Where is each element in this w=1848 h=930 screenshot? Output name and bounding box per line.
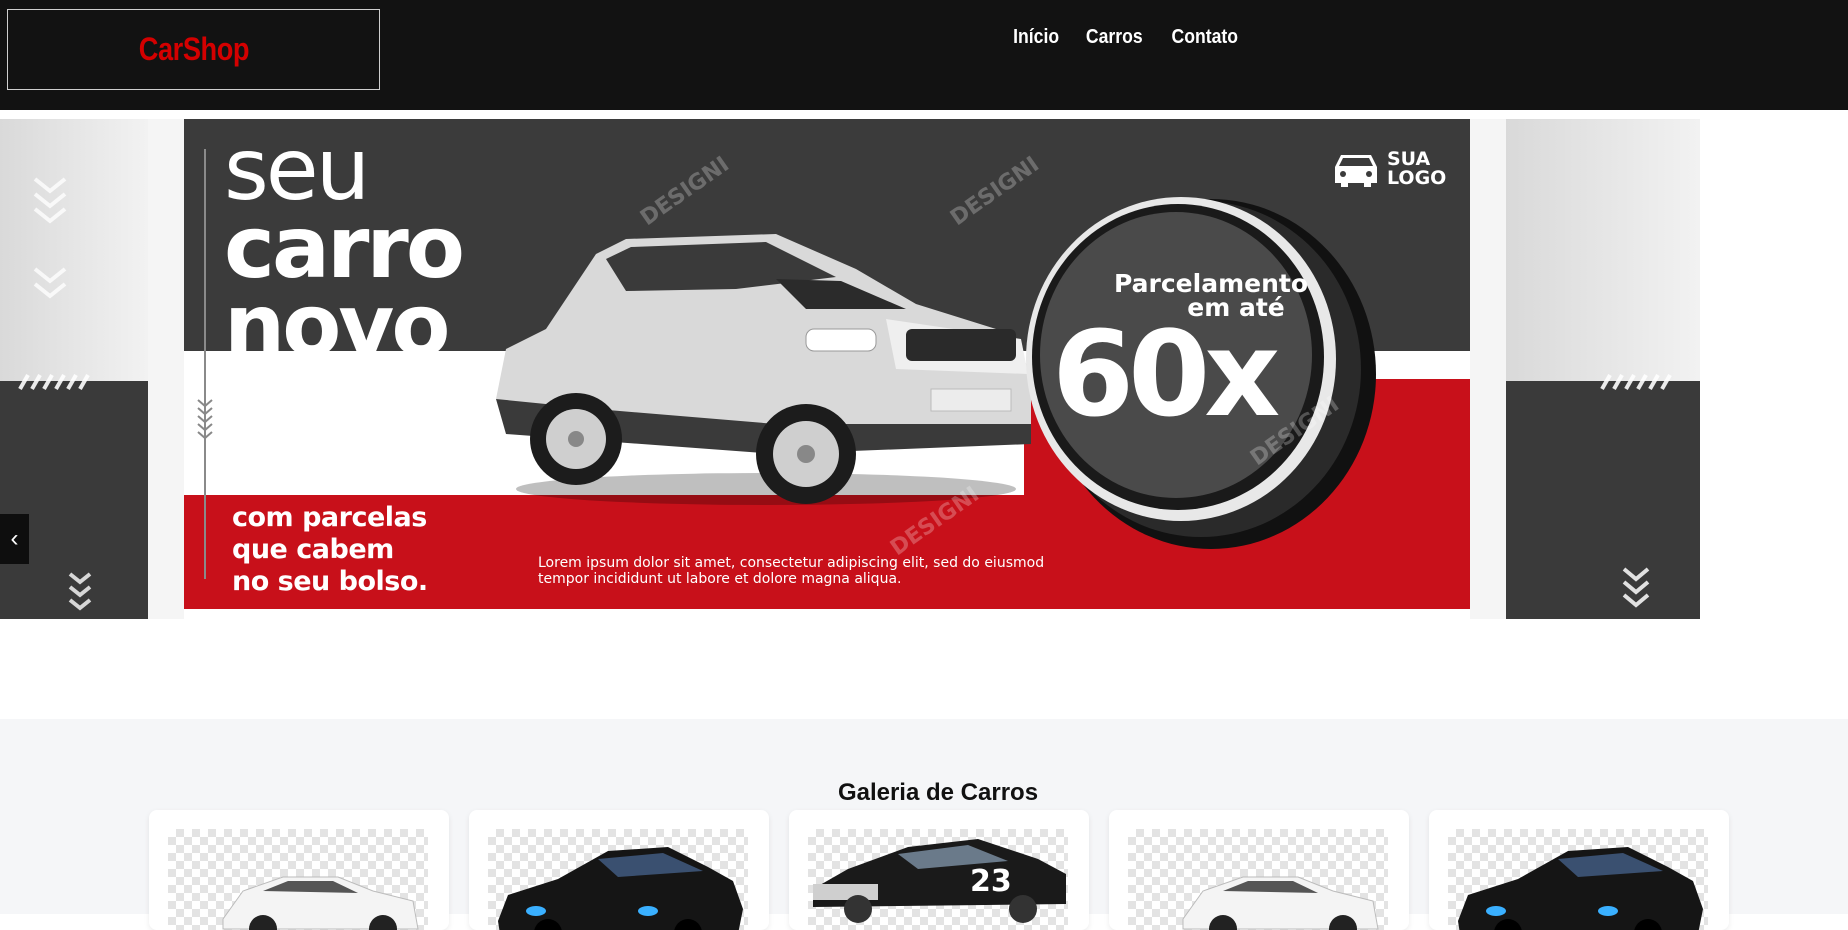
brand-logo-placeholder: SUA LOGO <box>1331 149 1446 189</box>
hero-subline: com parcelas que cabem no seu bolso. <box>232 502 428 597</box>
nav-link-inicio[interactable]: Início <box>1013 26 1059 49</box>
carousel-prev-button[interactable]: ‹ <box>0 514 29 564</box>
car-image <box>488 829 748 930</box>
nav-link-carros[interactable]: Carros <box>1086 26 1143 49</box>
site-header: CarShop Início Carros Contato <box>0 0 1848 110</box>
car-image <box>1128 829 1388 930</box>
main-nav: Início Carros Contato <box>1010 26 1242 49</box>
badge-value: 60x <box>1052 305 1280 443</box>
car-race-number: 23 <box>970 864 1012 899</box>
site-logo[interactable]: CarShop <box>138 31 249 68</box>
car-icon <box>1335 155 1377 187</box>
car-card[interactable]: 23 <box>789 810 1089 930</box>
hero-banner[interactable]: seu carro novo Parcelamento em até 60x S… <box>184 119 1470 609</box>
car-image <box>168 829 428 930</box>
car-card[interactable] <box>1429 810 1729 930</box>
logo-box[interactable]: CarShop <box>7 9 380 90</box>
chevron-pattern-icon <box>1600 374 1672 608</box>
installment-badge: Parcelamento em até 60x <box>1006 169 1376 589</box>
car-card[interactable] <box>469 810 769 930</box>
hero-carousel: seu carro novo Parcelamento em até 60x S… <box>0 119 1700 619</box>
chevron-down-icon <box>197 399 213 440</box>
car-image <box>1448 829 1708 930</box>
car-gallery: Galeria de Carros 23 <box>0 719 1848 930</box>
carousel-next-slide-peek <box>1506 119 1700 619</box>
car-card[interactable] <box>1109 810 1409 930</box>
nav-link-contato[interactable]: Contato <box>1171 26 1237 49</box>
hero-headline: seu carro novo <box>224 120 465 376</box>
hero-lorem-text: Lorem ipsum dolor sit amet, consectetur … <box>538 555 1045 587</box>
car-image: 23 <box>808 829 1068 930</box>
gallery-cards: 23 <box>149 810 1729 930</box>
gallery-title: Galeria de Carros <box>837 779 1039 806</box>
car-card[interactable] <box>149 810 449 930</box>
hero-car-image <box>476 209 1036 509</box>
